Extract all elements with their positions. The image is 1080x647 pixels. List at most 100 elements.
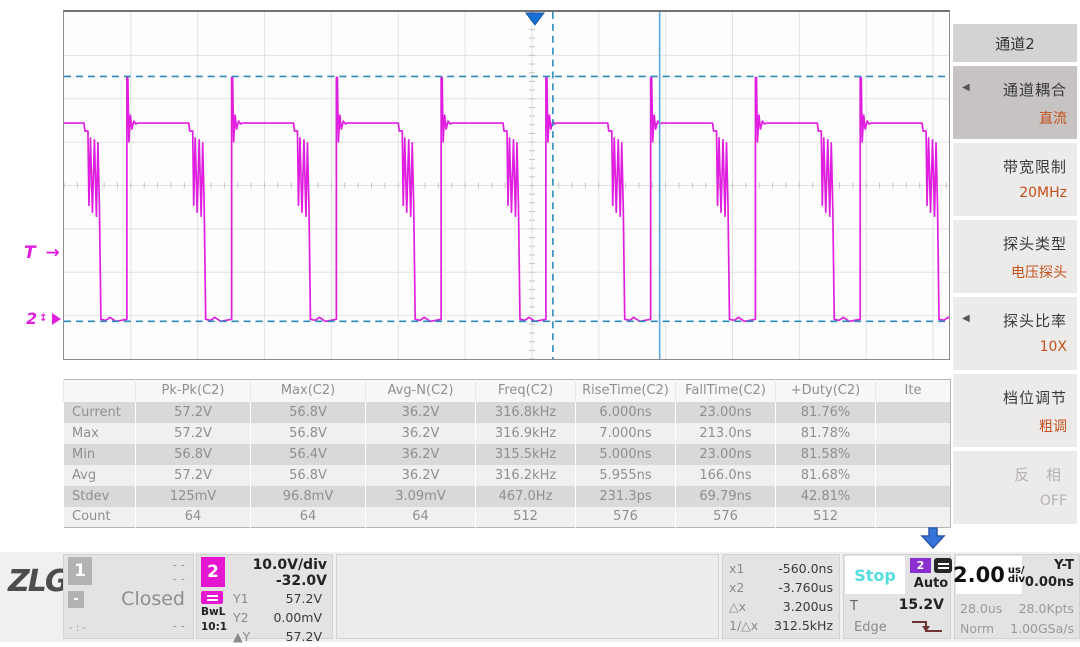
readout-row: Y1 57.2V (227, 589, 328, 608)
channel1-offset: - - (173, 572, 185, 586)
table-cell: 316.9kHz (476, 423, 576, 444)
measurement-table-wrap: Pk-Pk(C2)Max(C2)Avg-N(C2)Freq(C2)RiseTim… (63, 379, 950, 528)
table-cell: 57.2V (136, 465, 251, 486)
table-column-header (64, 380, 136, 402)
trigger-level-marker[interactable]: T → (24, 243, 62, 263)
table-scroll-down-arrow[interactable] (918, 527, 948, 553)
sidebar-items: ◀通道耦合直流带宽限制20MHz探头类型电压探头◀探头比率10X档位调节粗调反 … (953, 66, 1080, 524)
table-cell: 316.8kHz (476, 402, 576, 423)
table-cell: 315.5kHz (476, 444, 576, 465)
menu-item-4[interactable]: 档位调节粗调 (953, 374, 1077, 447)
row-label: Current (64, 402, 136, 423)
row-label: Count (64, 507, 136, 528)
cursor-readout-panel: x1 -560.0nsx2 -3.760us△x 3.200us1/△x 312… (722, 554, 840, 639)
table-cell: 81.78% (776, 423, 876, 444)
run-stop-button[interactable]: Stop (845, 556, 905, 594)
table-cell: 64 (136, 507, 251, 528)
channel2-badge: 2 (201, 557, 225, 587)
menu-item-3[interactable]: ◀探头比率10X (953, 297, 1077, 370)
timebase-scale-box[interactable]: 2.00 us/div (956, 556, 1022, 594)
menu-item-label: 探头类型 (1003, 233, 1067, 254)
channel1-status-panel[interactable]: 1 - - - - - Closed - : - - - (63, 554, 194, 639)
timebase-scale-unit: us/div (1008, 566, 1025, 584)
row-label: Max (64, 423, 136, 444)
table-column-header: Pk-Pk(C2) (136, 380, 251, 402)
menu-item-label: 反 相 (1014, 464, 1067, 485)
table-row: Max57.2V56.8V36.2V316.9kHz7.000ns213.0ns… (64, 423, 951, 444)
table-row: Min56.8V56.4V36.2V315.5kHz5.000ns23.00ns… (64, 444, 951, 465)
table-cell: 512 (476, 507, 576, 528)
readout-label: △x (729, 597, 746, 616)
table-column-header: Ite (876, 380, 951, 402)
table-cell: 36.2V (366, 465, 476, 486)
table-cell: 6.000ns (576, 402, 676, 423)
left-arrow-icon: ◀ (962, 82, 970, 93)
table-row: Current57.2V56.8V36.2V316.8kHz6.000ns23.… (64, 402, 951, 423)
probe-ratio-label: 10:1 (201, 621, 227, 633)
table-row: Count646464512576576512 (64, 507, 951, 528)
table-row: Avg57.2V56.8V36.2V316.2kHz5.955ns166.0ns… (64, 465, 951, 486)
menu-item-label: 带宽限制 (1003, 156, 1067, 177)
timebase-scale-value: 2.00 (953, 563, 1005, 587)
readout-row: x1 -560.0ns (723, 559, 839, 578)
table-cell: 36.2V (366, 402, 476, 423)
channel2-cursor-readout: Y1 57.2VY2 0.00mV▲Y 57.2V▲Y/▲X 17.9MV/s (227, 589, 328, 647)
table-row: Stdev125mV96.8mV3.09mV467.0Hz231.3ps69.7… (64, 486, 951, 507)
readout-row: ▲Y 57.2V (227, 627, 328, 646)
timebase-panel[interactable]: 2.00 us/div Y-T 0.00ns 28.0us 28.0Kpts N… (954, 554, 1080, 639)
menu-item-1[interactable]: 带宽限制20MHz (953, 143, 1077, 216)
table-cell (876, 486, 951, 507)
channel2-position-marker[interactable]: 2 ↕ (26, 309, 61, 328)
readout-label: x1 (729, 559, 744, 578)
menu-item-value: 电压探头 (1011, 262, 1067, 282)
table-cell: 467.0Hz (476, 486, 576, 507)
readout-row: x2 -3.760us (723, 578, 839, 597)
table-cell: 57.2V (136, 423, 251, 444)
table-cell: 512 (776, 507, 876, 528)
table-cell (876, 507, 951, 528)
table-cell: 125mV (136, 486, 251, 507)
table-cell: 576 (576, 507, 676, 528)
channel2-scale: 10.0V/div (253, 557, 327, 573)
trigger-position-icon (526, 13, 544, 25)
table-cell: 5.955ns (576, 465, 676, 486)
table-column-header: +Duty(C2) (776, 380, 876, 402)
updown-arrows-icon: ↕ (39, 313, 47, 324)
readout-row: △x 3.200us (723, 597, 839, 616)
channel1-scale: - - (173, 558, 185, 572)
menu-item-value: 10X (1040, 339, 1067, 355)
row-label: Stdev (64, 486, 136, 507)
menu-title: 通道2 (953, 24, 1077, 62)
readout-label: Y1 (233, 589, 249, 608)
table-cell: 96.8mV (251, 486, 366, 507)
table-cell: 166.0ns (676, 465, 776, 486)
table-cell: 56.8V (251, 423, 366, 444)
falling-edge-icon (910, 618, 944, 640)
status-bar: ZLG® 1 - - - - - Closed - : - - - 2 10.0… (0, 552, 1080, 642)
channel1-badge: 1 (68, 557, 92, 585)
table-cell: 56.8V (251, 465, 366, 486)
trigger-panel[interactable]: Stop 2 Auto T 15.2V Edge (843, 554, 951, 639)
menu-item-label: 档位调节 (1003, 387, 1067, 408)
trigger-delay: 0.00ns (1025, 575, 1074, 590)
table-cell: 69.79ns (676, 486, 776, 507)
waveform-display[interactable] (63, 10, 950, 360)
readout-value: 0.00mV (273, 608, 322, 627)
menu-item-value: 直流 (1039, 108, 1067, 128)
menu-item-0[interactable]: ◀通道耦合直流 (953, 66, 1077, 139)
waveform-svg[interactable] (64, 12, 949, 359)
table-cell (876, 465, 951, 486)
bandwidth-limit-label: BwL (201, 606, 225, 618)
table-column-header: Avg-N(C2) (366, 380, 476, 402)
table-cell: 64 (366, 507, 476, 528)
channel2-status-panel[interactable]: 2 10.0V/div -32.0V BwL 10:1 Y1 57.2VY2 0… (196, 554, 333, 639)
readout-label: x2 (729, 578, 744, 597)
readout-label: ▲Y (233, 627, 250, 646)
readout-value: 3.200us (783, 597, 833, 616)
readout-value: -3.760us (778, 578, 833, 597)
table-cell: 56.4V (251, 444, 366, 465)
empty-panel (336, 554, 719, 639)
channel1-dash3: - - (173, 619, 185, 633)
menu-item-2[interactable]: 探头类型电压探头 (953, 220, 1077, 293)
menu-item-5[interactable]: 反 相OFF (953, 451, 1077, 524)
